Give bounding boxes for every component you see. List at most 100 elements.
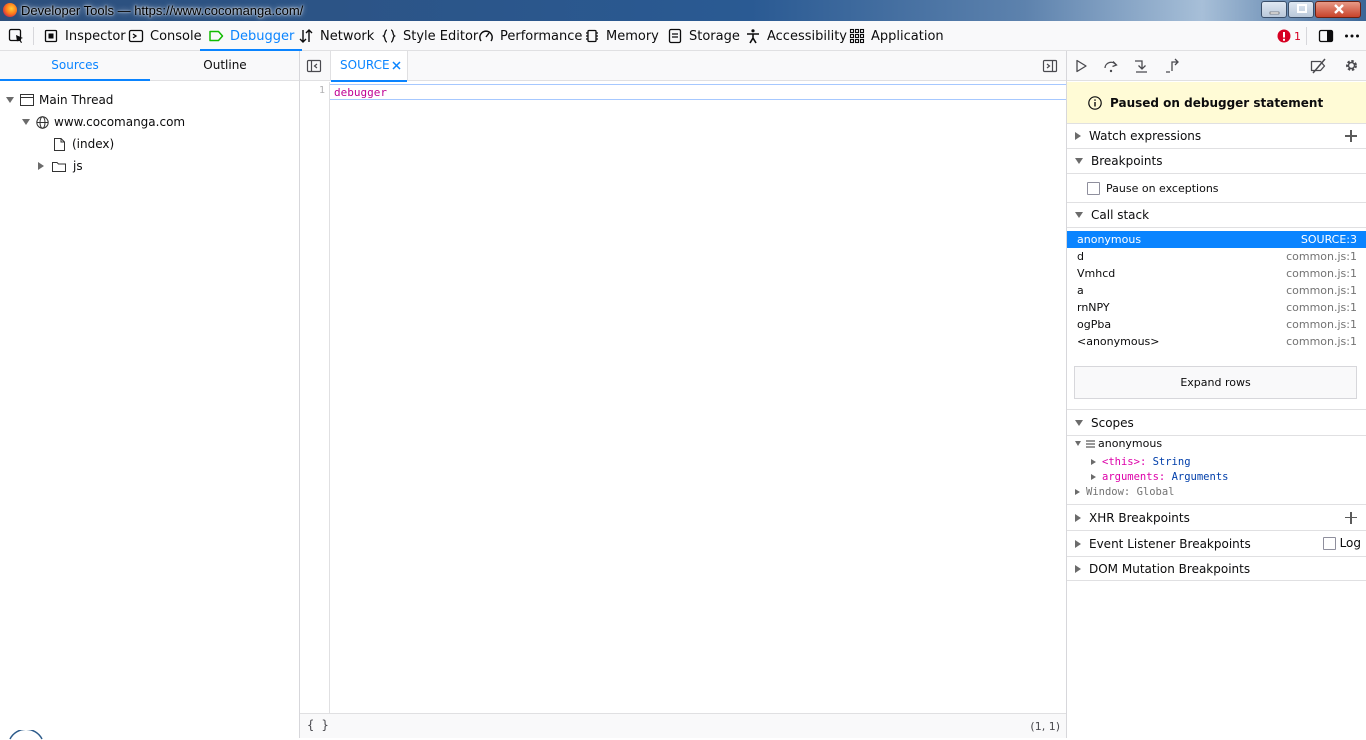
tab-network-label: Network [320,28,375,44]
breakpoints-header[interactable]: Breakpoints [1067,149,1366,174]
expand-arrow-icon [1075,441,1081,446]
element-picker-button[interactable] [8,21,24,51]
tree-js-label: js [73,159,83,173]
tree-domain[interactable]: www.cocomanga.com [22,111,185,133]
expand-arrow-icon [22,119,30,125]
editor-pane: SOURCE 1 debugger { } (1, 1) [300,51,1066,738]
call-stack-frame[interactable]: Vmhcd common.js:1 [1067,265,1366,282]
dock-options-button[interactable] [1318,21,1334,51]
scope-this-row[interactable]: <this>: String [1091,454,1191,469]
sources-tabs: Sources Outline [0,51,299,81]
frame-location: common.js:1 [1286,318,1357,331]
watch-expressions-header[interactable]: Watch expressions [1067,124,1366,149]
expand-rows-button[interactable]: Expand rows [1074,366,1357,399]
tab-memory[interactable]: Memory [584,21,659,51]
call-stack-frame[interactable]: a common.js:1 [1067,282,1366,299]
tab-accessibility-label: Accessibility [767,28,847,44]
close-window-button[interactable] [1315,1,1361,18]
dom-mutation-breakpoints-header[interactable]: DOM Mutation Breakpoints [1067,557,1366,581]
call-stack-frame[interactable]: rnNPY common.js:1 [1067,299,1366,316]
expand-arrow-icon [1075,420,1083,426]
line-number: 1 [318,85,325,96]
step-in-icon [1135,60,1147,73]
toggle-debugger-sidebar-button[interactable] [1042,58,1058,74]
error-count-button[interactable]: 1 [1277,21,1301,51]
restore-button[interactable] [1288,1,1314,18]
tab-sources[interactable]: Sources [0,51,150,81]
more-options-button[interactable] [1344,21,1360,51]
tab-application[interactable]: Application [849,21,944,51]
step-over-button[interactable] [1103,58,1119,74]
source-tab[interactable]: SOURCE [330,51,408,82]
tab-style-editor[interactable]: Style Editor [381,21,478,51]
console-icon [128,29,144,43]
scope-window-row[interactable]: Window: Global [1075,484,1175,499]
meatball-menu-icon [1345,34,1359,38]
expand-arrow-icon [1075,158,1083,164]
partial-circle-icon [9,730,43,740]
tab-accessibility[interactable]: Accessibility [745,21,847,51]
debugger-icon [209,30,224,42]
application-icon [849,28,865,44]
collapse-arrow-icon [1075,132,1081,140]
paused-message: Paused on debugger statement [1110,95,1324,110]
tab-console[interactable]: Console [128,21,202,51]
source-tab-label: SOURCE [340,58,390,72]
storage-icon [668,28,682,44]
scope-anonymous[interactable]: anonymous [1075,436,1162,451]
tree-main-thread[interactable]: Main Thread [6,89,113,111]
scope-block-icon [1086,440,1095,447]
frame-location: common.js:1 [1286,250,1357,263]
log-checkbox[interactable] [1323,537,1336,550]
tab-inspector-label: Inspector [65,28,126,44]
cursor-position: (1, 1) [1030,720,1060,733]
tab-storage[interactable]: Storage [667,21,740,51]
resume-button[interactable] [1073,58,1089,74]
minimize-button[interactable] [1261,1,1287,18]
toggle-sources-button[interactable] [306,58,322,74]
tab-debugger[interactable]: Debugger [199,21,303,51]
dom-mutation-breakpoints-label: DOM Mutation Breakpoints [1089,561,1251,576]
scope-arguments-row[interactable]: arguments: Arguments [1091,469,1228,484]
call-stack-frame[interactable]: <anonymous> common.js:1 [1067,333,1366,350]
xhr-breakpoints-header[interactable]: XHR Breakpoints [1067,505,1366,531]
event-listener-breakpoints-header[interactable]: Event Listener Breakpoints Log [1067,531,1366,557]
current-line[interactable]: debugger [330,84,1066,100]
tab-inspector[interactable]: Inspector [43,21,126,51]
collapse-arrow-icon [1075,513,1081,522]
call-stack-header[interactable]: Call stack [1067,203,1366,228]
step-out-button[interactable] [1164,58,1180,74]
call-stack-label: Call stack [1091,208,1150,222]
info-icon [1088,95,1102,110]
pause-on-exceptions-checkbox[interactable] [1087,181,1100,195]
code-line: debugger [334,86,387,99]
tree-index-label: (index) [72,137,115,151]
call-stack-frame[interactable]: d common.js:1 [1067,248,1366,265]
tab-debugger-label: Debugger [230,28,295,44]
step-in-button[interactable] [1133,58,1149,74]
add-watch-expression-icon[interactable] [1345,130,1357,142]
window-title: Developer Tools — https://www.cocomanga.… [21,3,304,18]
call-stack-frame[interactable]: ogPba common.js:1 [1067,316,1366,333]
add-xhr-breakpoint-icon[interactable] [1345,511,1357,524]
line-gutter: 1 [300,82,330,713]
dock-side-icon [1318,29,1334,43]
scope-name: anonymous [1098,437,1163,450]
style-editor-icon [382,29,396,43]
scopes-header[interactable]: Scopes [1067,411,1366,436]
deactivate-breakpoints-button[interactable] [1310,58,1327,74]
frame-name: rnNPY [1077,301,1110,314]
tab-outline[interactable]: Outline [150,51,300,81]
tree-index-file[interactable]: (index) [54,133,114,155]
tab-console-label: Console [150,28,202,44]
debugger-settings-button[interactable] [1343,57,1360,74]
pretty-print-button[interactable]: { } [307,718,329,732]
call-stack-frame[interactable]: anonymous SOURCE:3 [1067,231,1366,248]
tab-performance[interactable]: Performance [478,21,582,51]
collapse-arrow-icon [1075,564,1081,573]
close-tab-icon[interactable] [392,61,401,70]
tree-js-folder[interactable]: js [38,155,83,177]
pause-on-exceptions-label: Pause on exceptions [1106,181,1219,195]
frame-location: common.js:1 [1286,284,1357,297]
tab-network[interactable]: Network [298,21,374,51]
